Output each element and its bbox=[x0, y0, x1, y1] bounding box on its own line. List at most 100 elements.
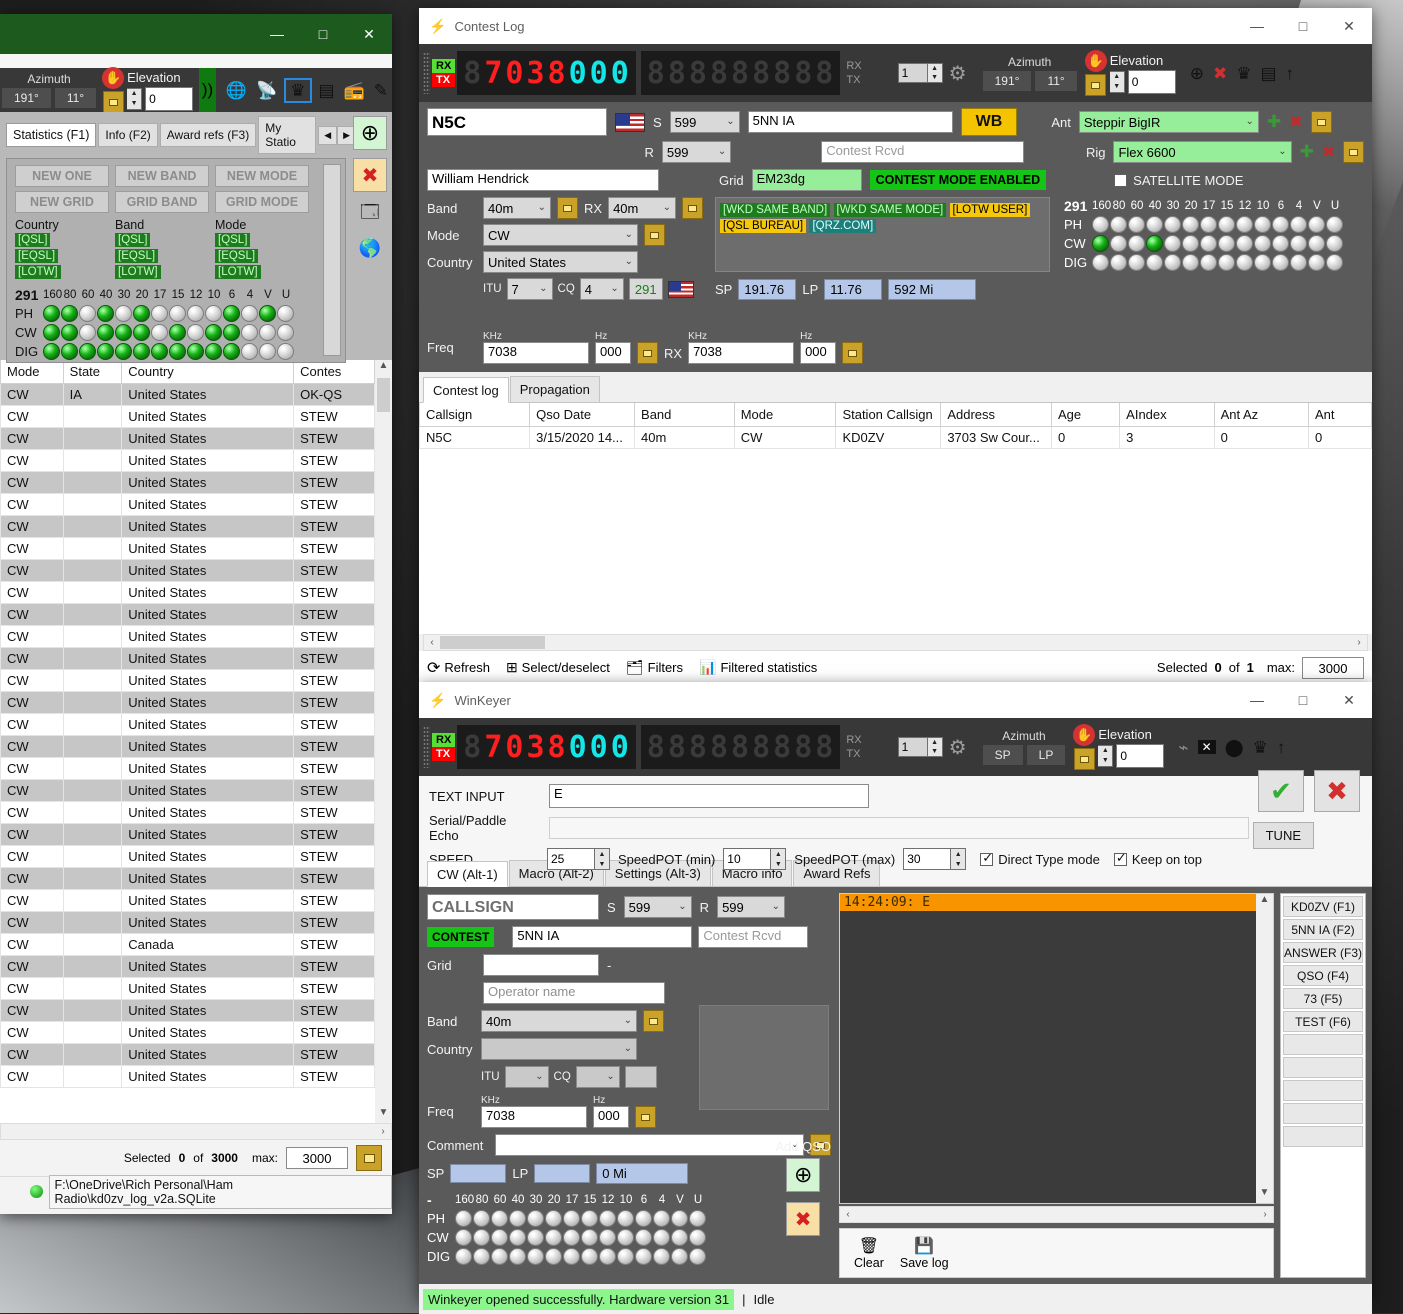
statistics-table-row[interactable]: CW United States STEW bbox=[0, 823, 375, 846]
winkeyer-led-dig-40[interactable] bbox=[509, 1248, 526, 1265]
winkeyer-radio-number-stepper[interactable]: ▲▼ bbox=[897, 737, 943, 757]
refresh-button[interactable]: ⟳ Refresh bbox=[427, 658, 490, 678]
statistics-table-row[interactable]: CW United States STEW bbox=[0, 845, 375, 868]
satellite-mode-checkbox[interactable]: SATELLITE MODE bbox=[1114, 173, 1243, 188]
statistics-table-row[interactable]: CW United States STEW bbox=[0, 999, 375, 1022]
winkeyer-sent-exchange-input[interactable]: 5NN IA bbox=[512, 926, 693, 948]
direct-type-mode-checkbox[interactable]: Direct Type mode bbox=[980, 850, 1100, 867]
filtered-statistics-button[interactable]: 📊 Filtered statistics bbox=[699, 659, 817, 676]
statistics-led-ph-60[interactable] bbox=[79, 305, 96, 322]
grid-mode-button[interactable]: GRID MODE bbox=[215, 191, 309, 213]
operator-name-input[interactable]: William Hendrick bbox=[427, 169, 659, 191]
winkeyer-led-ph-12[interactable] bbox=[599, 1210, 616, 1227]
contest-led-ph-V[interactable] bbox=[1308, 216, 1325, 233]
winkeyer-window[interactable]: ⚡ WinKeyer — □ ✕ RX TX 87038000 88888888… bbox=[419, 682, 1372, 1314]
contest-led-ph-60[interactable] bbox=[1128, 216, 1145, 233]
ant-delete-icon[interactable]: ✖ bbox=[1289, 112, 1302, 132]
tab-propagation[interactable]: Propagation bbox=[509, 376, 600, 402]
statistics-table-row[interactable]: CW United States STEW bbox=[0, 449, 375, 472]
winkeyer-led-dig-4[interactable] bbox=[653, 1248, 670, 1265]
tab-info[interactable]: Info (F2) bbox=[98, 123, 158, 147]
statistics-table-row[interactable]: CW United States STEW bbox=[0, 691, 375, 714]
statistics-table-row[interactable]: CW United States STEW bbox=[0, 669, 375, 692]
contest-led-dig-4[interactable] bbox=[1290, 254, 1307, 271]
winkeyer-led-ph-20[interactable] bbox=[545, 1210, 562, 1227]
winkeyer-led-cw-40[interactable] bbox=[509, 1229, 526, 1246]
contest-elevation-input[interactable] bbox=[1127, 69, 1176, 94]
winkeyer-crown-icon[interactable]: ♛ bbox=[1253, 739, 1268, 756]
winkeyer-elevation-input[interactable] bbox=[1116, 743, 1165, 768]
contest-log-table[interactable]: Callsign Qso Date Band Mode Station Callsign… bbox=[419, 403, 1372, 449]
statistics-led-dig-12[interactable] bbox=[187, 343, 204, 360]
notes-icon[interactable]: ▤ bbox=[1260, 65, 1276, 82]
statistics-led-cw-160[interactable] bbox=[43, 324, 60, 341]
rx-band-select[interactable]: 40m ⌄ bbox=[608, 197, 677, 219]
macro-button-f8[interactable] bbox=[1283, 1057, 1363, 1078]
radio-number-input[interactable] bbox=[897, 63, 928, 83]
satellite-mode-checkbox-box[interactable] bbox=[1114, 173, 1128, 187]
winkeyer-led-cw-17[interactable] bbox=[563, 1229, 580, 1246]
delete-record-icon[interactable]: ✖ bbox=[1213, 65, 1227, 82]
contest-led-cw-30[interactable] bbox=[1164, 235, 1181, 252]
statistics-table-row[interactable]: CW United States STEW bbox=[0, 889, 375, 912]
statistics-led-ph-12[interactable] bbox=[187, 305, 204, 322]
add-record-icon[interactable]: ⊕ bbox=[1190, 65, 1204, 82]
winkeyer-led-cw-15[interactable] bbox=[581, 1229, 598, 1246]
upload-arrow-icon[interactable]: ↑ bbox=[1286, 65, 1295, 82]
winkeyer-led-dig-V[interactable] bbox=[671, 1248, 688, 1265]
winkeyer-led-ph-17[interactable] bbox=[563, 1210, 580, 1227]
macro-button-f1[interactable]: KD0ZV (F1) bbox=[1283, 896, 1363, 917]
contest-led-ph-15[interactable] bbox=[1218, 216, 1235, 233]
rx-freq-hz-input[interactable]: 000 bbox=[800, 341, 837, 364]
sent-exchange-input[interactable]: 5NN IA bbox=[747, 111, 953, 133]
winkeyer-maximize-button[interactable]: □ bbox=[1280, 682, 1326, 718]
statistics-window[interactable]: — □ ✕ Azimuth 191° 11° ✋ Elevation ▲ ▼ 0… bbox=[0, 14, 392, 1214]
winkeyer-close-button[interactable]: ✕ bbox=[1326, 682, 1372, 718]
statistics-led-dig-15[interactable] bbox=[169, 343, 186, 360]
elevation-lock-icon[interactable] bbox=[102, 91, 124, 113]
winkeyer-led-dig-17[interactable] bbox=[563, 1248, 580, 1265]
macro-button-f7[interactable] bbox=[1283, 1034, 1363, 1055]
contest-led-cw-U[interactable] bbox=[1326, 235, 1343, 252]
sent-rst-select[interactable]: 599 ⌄ bbox=[669, 111, 740, 133]
contest-led-cw-15[interactable] bbox=[1218, 235, 1235, 252]
winkeyer-operator-input[interactable]: Operator name bbox=[483, 982, 665, 1004]
statistics-table-row[interactable]: CW United States STEW bbox=[0, 757, 375, 780]
filters-button[interactable]: 🗂 Filters bbox=[626, 659, 683, 676]
contest-log-hscrollbar[interactable]: ‹ › bbox=[423, 634, 1368, 651]
keep-on-top-checkbox[interactable]: Keep on top bbox=[1113, 850, 1202, 867]
winkeyer-minimize-button[interactable]: — bbox=[1234, 682, 1280, 718]
winkeyer-led-dig-160[interactable] bbox=[455, 1248, 472, 1265]
statistics-led-ph-80[interactable] bbox=[61, 305, 78, 322]
keep-on-top-box[interactable] bbox=[1113, 850, 1127, 866]
winkeyer-radio-toolbar[interactable]: RX TX 87038000 888888888 RX TX ▲▼ ⚙ Azim… bbox=[419, 718, 1372, 776]
winkeyer-sp-button[interactable]: SP bbox=[982, 745, 1023, 765]
statistics-table-row[interactable]: CW United States STEW bbox=[0, 427, 375, 450]
statistics-led-cw-10[interactable] bbox=[205, 324, 222, 341]
statistics-table-row[interactable]: CW United States STEW bbox=[0, 779, 375, 802]
statistics-table-row[interactable]: CW IA United States OK-QS bbox=[0, 383, 375, 406]
statistics-led-ph-17[interactable] bbox=[151, 305, 168, 322]
winkeyer-s-select[interactable]: 599 ⌄ bbox=[623, 896, 692, 918]
maximize-button[interactable]: □ bbox=[300, 14, 346, 54]
winkeyer-led-cw-4[interactable] bbox=[653, 1229, 670, 1246]
statistics-led-ph-6[interactable] bbox=[223, 305, 240, 322]
contest-led-cw-12[interactable] bbox=[1236, 235, 1253, 252]
statistics-led-ph-4[interactable] bbox=[241, 305, 258, 322]
contest-led-ph-80[interactable] bbox=[1110, 216, 1127, 233]
contest-log-window[interactable]: ⚡ Contest Log — □ ✕ RX TX 87038000 88888… bbox=[419, 8, 1372, 684]
statistics-led-dig-10[interactable] bbox=[205, 343, 222, 360]
statistics-led-dig-17[interactable] bbox=[151, 343, 168, 360]
rx-freq-lock-icon[interactable] bbox=[842, 342, 864, 364]
winkeyer-log-toolbar[interactable]: 🗑 Clear 💾 Save log bbox=[839, 1228, 1274, 1278]
server-icon[interactable]: ▤ bbox=[319, 82, 335, 99]
new-one-button[interactable]: NEW ONE bbox=[15, 165, 109, 187]
band-lock-icon[interactable] bbox=[557, 197, 578, 219]
tab-my-station[interactable]: My Statio bbox=[258, 116, 317, 154]
winkeyer-comment-select[interactable]: ⌄ bbox=[494, 1134, 805, 1156]
statistics-table-row[interactable]: CW United States STEW bbox=[0, 911, 375, 934]
winkeyer-r-select[interactable]: 599 ⌄ bbox=[717, 896, 786, 918]
contest-led-dig-17[interactable] bbox=[1200, 254, 1217, 271]
statistics-led-cw-17[interactable] bbox=[151, 324, 168, 341]
plug-icon[interactable]: ⌁ bbox=[1178, 739, 1188, 756]
